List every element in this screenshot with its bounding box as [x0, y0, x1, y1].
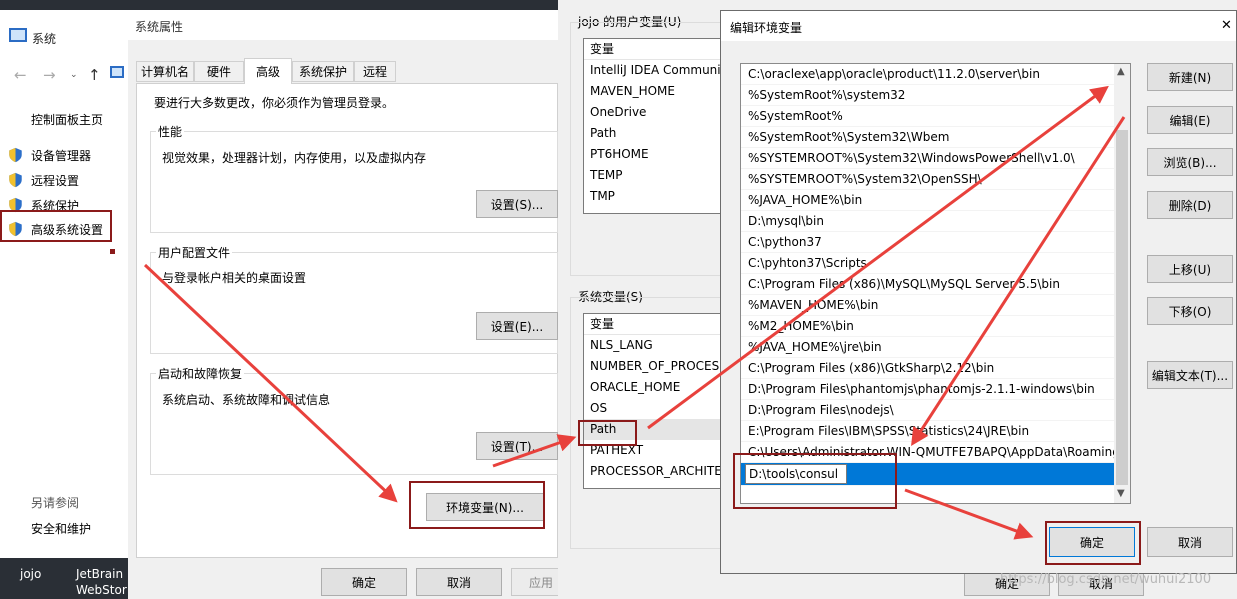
arrow-to-env-button	[143, 263, 398, 503]
arrow-to-ok-button	[904, 488, 1034, 540]
marker-dot	[110, 249, 115, 254]
annotation-arrows	[110, 85, 1126, 540]
arrow-to-path-row	[492, 434, 577, 468]
arrow-to-new-entry	[911, 116, 1126, 447]
tab-advanced[interactable]: 高级	[244, 58, 292, 84]
arrow-to-new-button	[647, 85, 1109, 430]
